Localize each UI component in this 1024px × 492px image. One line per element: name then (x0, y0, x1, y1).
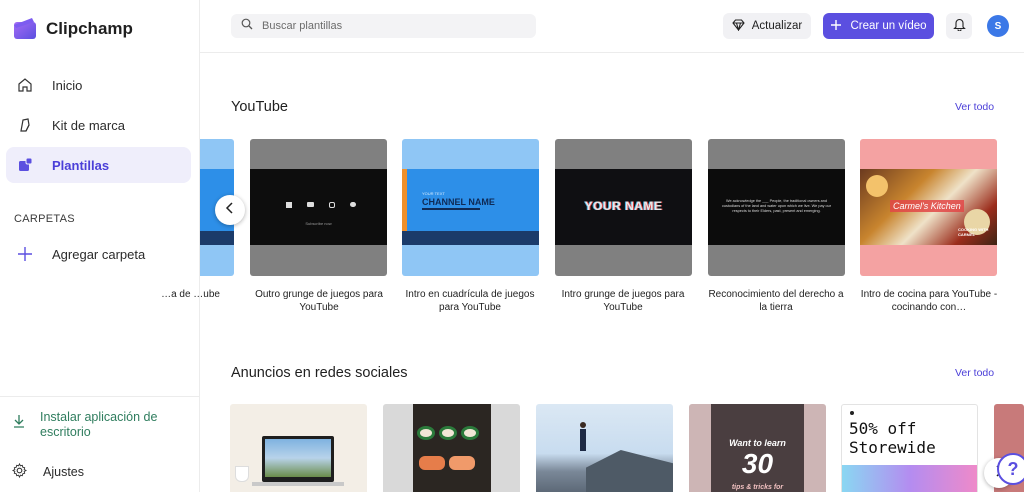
thumbnail-title: CHANNEL NAME (422, 197, 495, 207)
template-card[interactable] (230, 404, 367, 492)
social-icons (286, 202, 356, 208)
section-title-youtube: YouTube (231, 99, 288, 115)
avatar[interactable]: S (987, 15, 1009, 37)
template-card[interactable]: Subscribe now (250, 139, 387, 276)
settings-link[interactable]: Ajustes (11, 462, 84, 481)
sidebar-item-home[interactable]: Inicio (6, 67, 191, 103)
template-card[interactable]: Want to learn 30 tips & tricks for (689, 404, 826, 492)
thumbnail-text: tips & tricks for (731, 484, 784, 491)
sidebar-item-label: Inicio (52, 77, 83, 93)
question-icon: ? (1007, 458, 1019, 479)
template-card[interactable]: We acknowledge the ___ People, the tradi… (708, 139, 845, 276)
thumbnail-text: Want to learn (729, 438, 786, 448)
templates-icon (16, 156, 34, 174)
create-video-button[interactable]: Crear un vídeo (823, 13, 934, 39)
chevron-left-icon (225, 201, 235, 219)
app-name: Clipchamp (46, 19, 133, 38)
template-card-title: …a de …ube (161, 289, 220, 300)
thumbnail-title: 50% off (849, 419, 917, 438)
see-all-social-ads-link[interactable]: Ver todo (955, 367, 994, 379)
folders-heading: CARPETAS (14, 213, 75, 225)
plus-icon (16, 245, 34, 263)
thumbnail-small-text: YOUR TEXT (422, 191, 445, 196)
template-card-title: Reconocimiento del derecho a la tierra (708, 289, 844, 313)
add-folder-label: Agregar carpeta (52, 246, 146, 262)
section-title-social-ads: Anuncios en redes sociales (231, 365, 408, 381)
template-card[interactable]: YOUR NAME (555, 139, 692, 276)
diamond-icon (732, 18, 745, 34)
clipchamp-logo-icon (12, 16, 38, 42)
bell-icon (952, 17, 966, 36)
help-button[interactable]: ? (997, 453, 1024, 485)
home-icon (16, 76, 34, 94)
brand-kit-icon (16, 116, 34, 134)
sidebar-item-brand-kit[interactable]: Kit de marca (6, 107, 191, 143)
thumbnail-subtitle: COOKING WITH CARMEL (958, 227, 989, 237)
template-card-title: Intro en cuadrícula de juegos para YouTu… (405, 289, 535, 313)
template-card[interactable] (383, 404, 520, 492)
thumbnail-title: YOUR NAME (584, 199, 663, 213)
see-all-youtube-link[interactable]: Ver todo (955, 101, 994, 113)
thumbnail-text: We acknowledge the ___ People, the tradi… (721, 199, 832, 213)
sidebar-item-label: Kit de marca (52, 117, 125, 133)
sidebar-item-label: Plantillas (52, 157, 110, 173)
sidebar-divider (0, 396, 200, 397)
template-card[interactable]: 50% off Storewide (841, 404, 978, 492)
search-input[interactable]: Buscar plantillas (231, 14, 536, 38)
upgrade-label: Actualizar (751, 20, 803, 32)
settings-label: Ajustes (43, 465, 84, 479)
search-placeholder: Buscar plantillas (262, 20, 343, 32)
template-card-title: Intro grunge de juegos para YouTube (561, 289, 685, 313)
template-card-title: Intro de cocina para YouTube - cocinando… (860, 289, 998, 313)
download-icon (12, 414, 26, 440)
thumbnail-number: 30 (741, 448, 774, 479)
search-icon (241, 17, 253, 35)
header-divider (200, 52, 1024, 53)
install-app-link[interactable]: Instalar aplicación de escritorio (12, 410, 192, 440)
app-logo[interactable]: Clipchamp (12, 16, 133, 42)
upgrade-button[interactable]: Actualizar (723, 13, 811, 39)
notifications-button[interactable] (946, 13, 972, 39)
template-card-title: Outro grunge de juegos para YouTube (255, 289, 383, 313)
template-card[interactable]: Carmel's Kitchen COOKING WITH CARMEL (860, 139, 997, 276)
template-card[interactable] (536, 404, 673, 492)
plus-icon (830, 19, 842, 34)
install-app-label: Instalar aplicación de escritorio (40, 410, 158, 439)
create-video-label: Crear un vídeo (850, 20, 927, 32)
thumbnail-title: Carmel's Kitchen (890, 200, 964, 212)
thumbnail-title: Storewide (849, 438, 936, 457)
template-card[interactable]: YOUR TEXT CHANNEL NAME (402, 139, 539, 276)
carousel-prev-button[interactable] (215, 195, 245, 225)
thumbnail-subtitle: Subscribe now (305, 221, 332, 226)
gear-icon (11, 462, 28, 481)
